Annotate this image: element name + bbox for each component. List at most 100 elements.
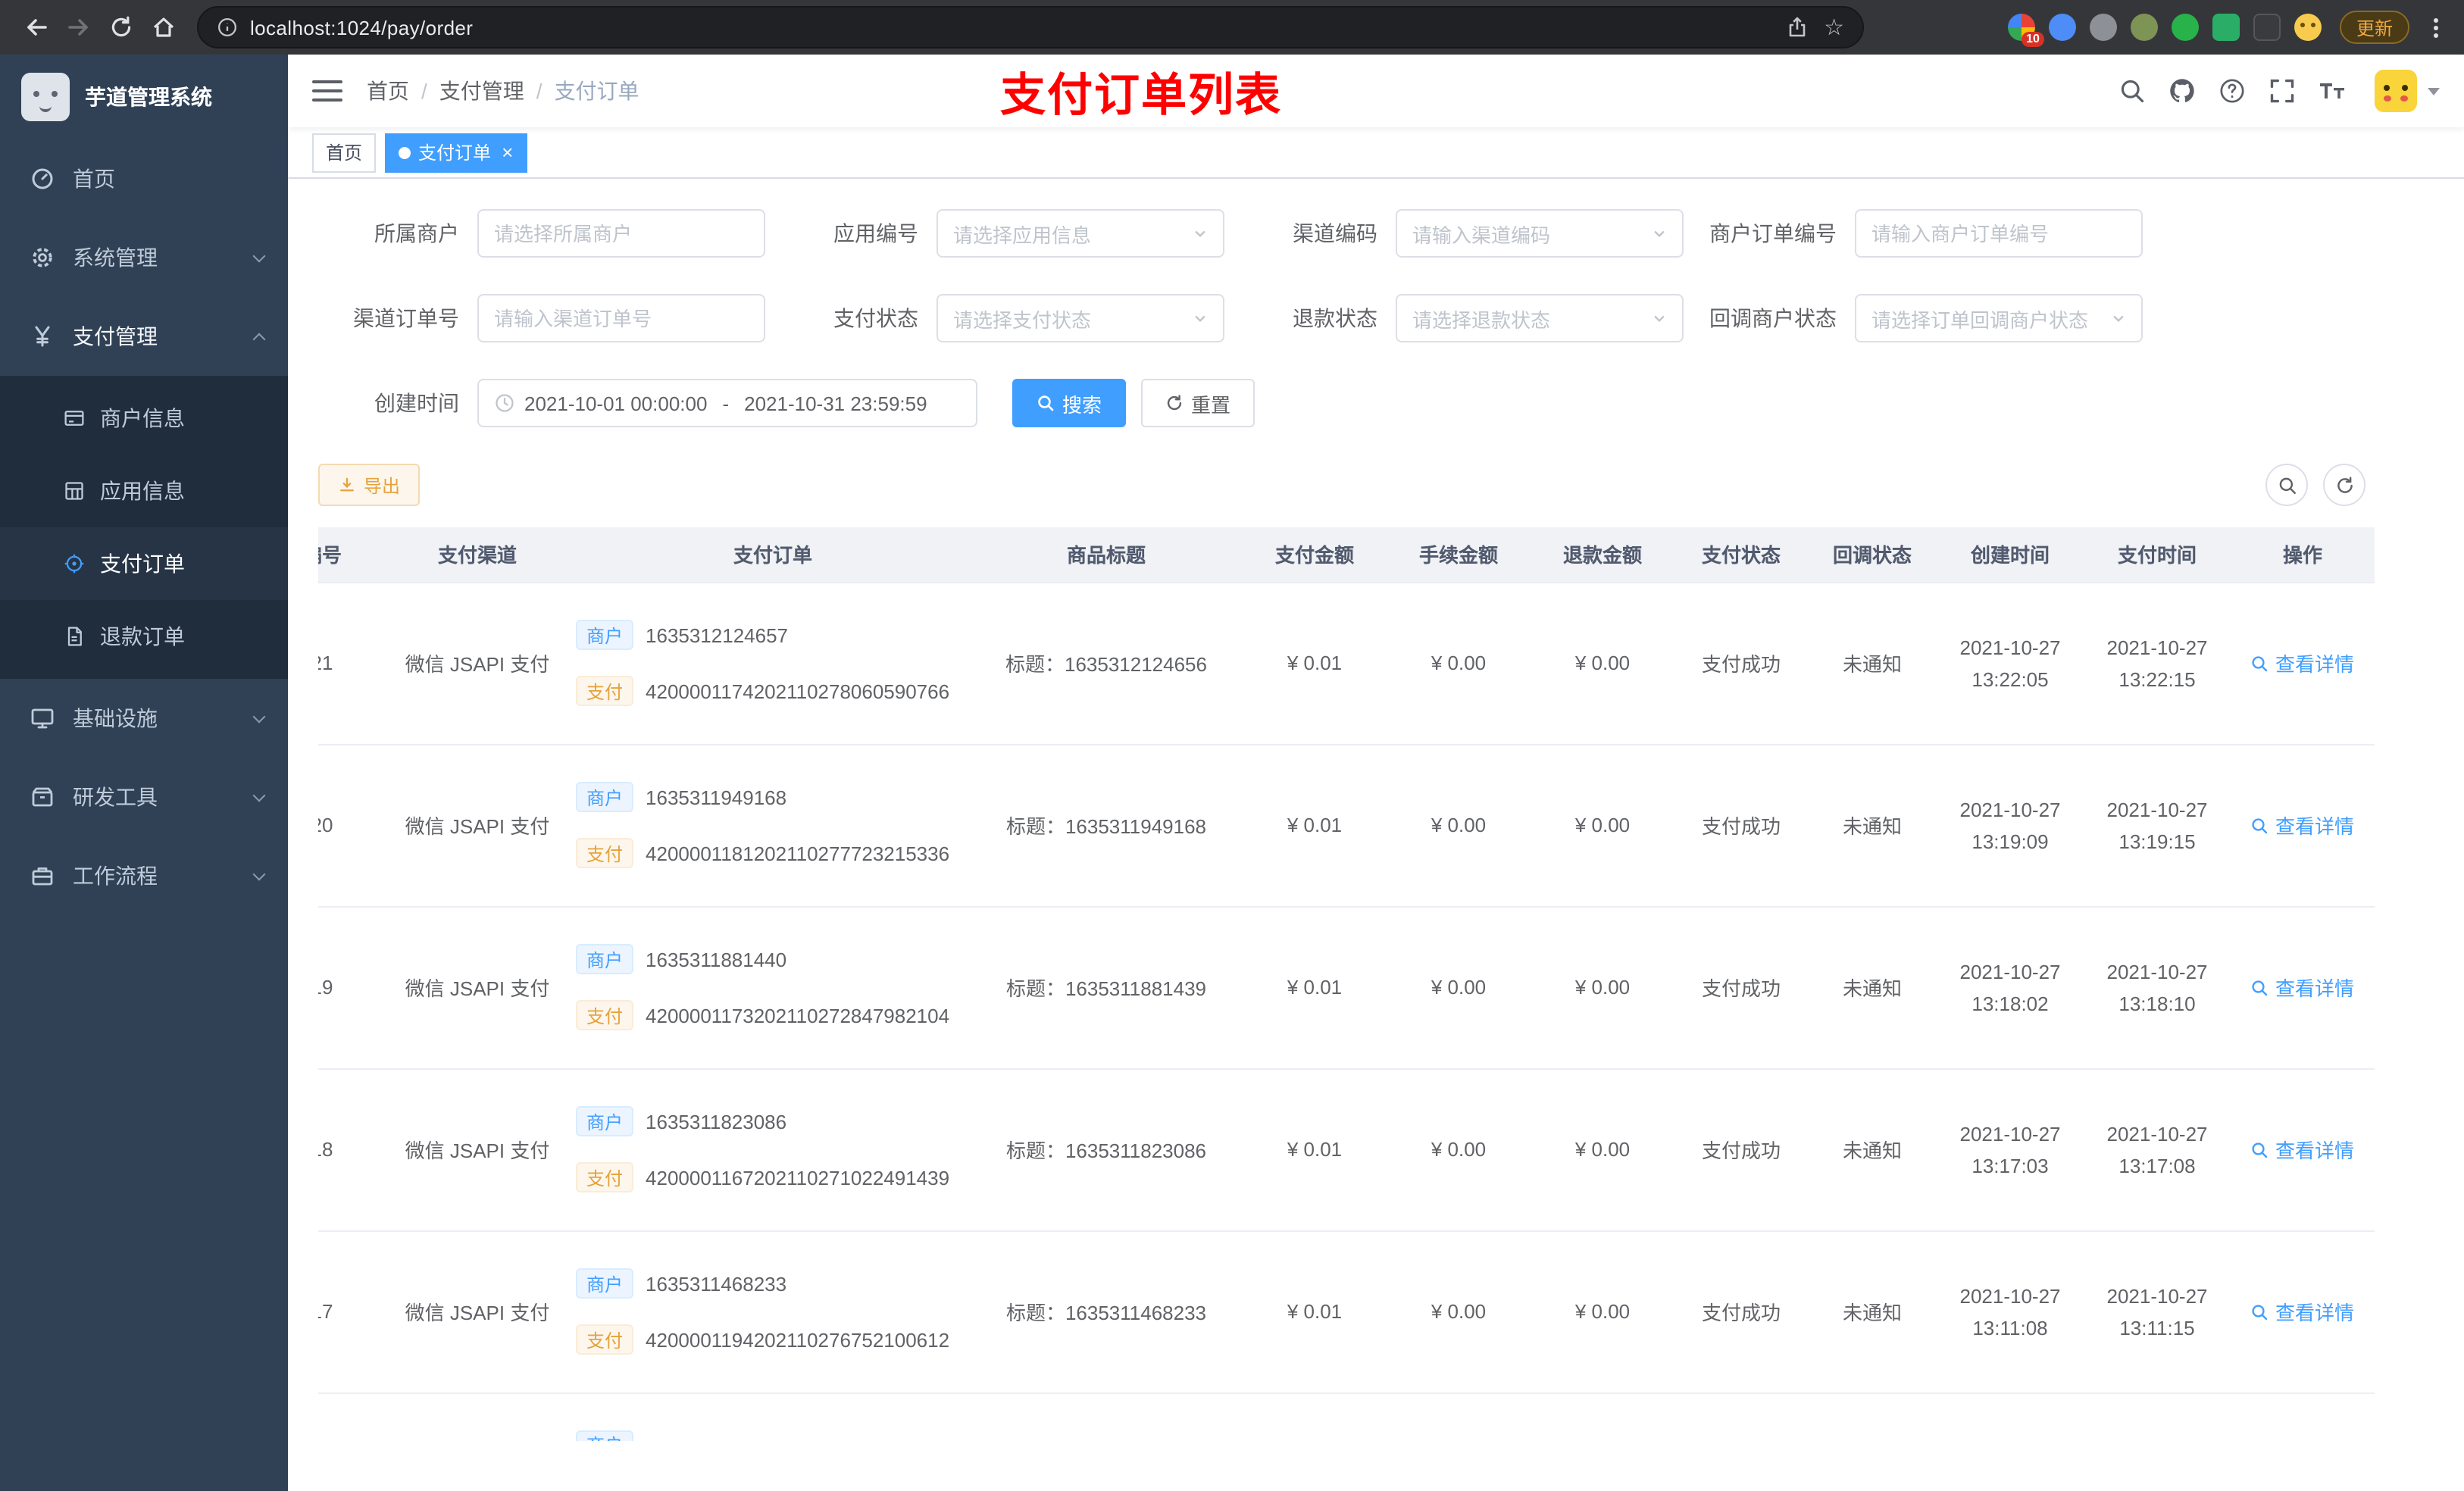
view-detail-link[interactable]: 查看详情 bbox=[2251, 811, 2354, 839]
view-detail-link[interactable]: 查看详情 bbox=[2251, 973, 2354, 1002]
search-button[interactable]: 搜索 bbox=[1012, 379, 1127, 427]
cell-pay-time: 2021-10-27 13:19:15 bbox=[2084, 744, 2231, 907]
extension-chat-icon[interactable] bbox=[2212, 14, 2240, 41]
view-detail-link[interactable]: 查看详情 bbox=[2251, 649, 2354, 677]
sidebar-item-app-info[interactable]: 应用信息 bbox=[0, 455, 288, 527]
tab-pay-order[interactable]: 支付订单 × bbox=[385, 133, 527, 172]
toggle-search-icon[interactable] bbox=[2265, 464, 2308, 506]
cell-refund: ¥ 0.00 bbox=[1531, 582, 1674, 745]
sidebar-item-workflow[interactable]: 工作流程 bbox=[0, 836, 288, 915]
extension-badge: 10 bbox=[2022, 32, 2044, 47]
col-create-time: 创建时间 bbox=[1937, 527, 2084, 583]
extension-gray-icon[interactable] bbox=[2089, 14, 2117, 41]
chevron-down-icon bbox=[1193, 226, 1208, 241]
bookmark-star-icon[interactable]: ☆ bbox=[1824, 16, 1844, 39]
sidebar-item-label: 研发工具 bbox=[73, 785, 158, 809]
table-row: 21 微信 JSAPI 支付 商户1635312124657 支付4200001… bbox=[318, 582, 2375, 745]
cell-action: 查看详情 bbox=[2231, 744, 2375, 907]
browser-reload-icon[interactable] bbox=[100, 6, 142, 48]
browser-back-icon[interactable] bbox=[15, 6, 58, 48]
cell-refund: ¥ 0.00 bbox=[1531, 744, 1674, 907]
cell-pay-time: 2021-10-27 13:22:15 bbox=[2084, 582, 2231, 745]
col-refund: 退款金额 bbox=[1531, 527, 1674, 583]
sidebar-item-refund-order[interactable]: 退款订单 bbox=[0, 600, 288, 673]
extension-olive-icon[interactable] bbox=[2130, 14, 2158, 41]
merchant-tag: 商户 bbox=[576, 620, 634, 650]
close-icon[interactable]: × bbox=[502, 142, 513, 162]
font-size-icon[interactable] bbox=[2319, 77, 2346, 105]
reset-button[interactable]: 重置 bbox=[1141, 379, 1255, 427]
cell-status: 支付成功 bbox=[1674, 744, 1808, 907]
create-time-range-picker[interactable]: 2021-10-01 00:00:00 - 2021-10-31 23:59:5… bbox=[477, 379, 977, 427]
filter-label: 退款状态 bbox=[1293, 306, 1377, 330]
chevron-down-icon bbox=[1652, 311, 1667, 326]
cell-action: 查看详情 bbox=[2231, 582, 2375, 745]
merchant-order-no-input[interactable] bbox=[1855, 209, 2143, 258]
notify-status-select[interactable]: 请选择订单回调商户状态 bbox=[1855, 294, 2143, 342]
cell-amount: ¥ 0.01 bbox=[1243, 1230, 1387, 1393]
view-detail-link[interactable]: 查看详情 bbox=[2251, 1135, 2354, 1164]
col-title: 商品标题 bbox=[970, 527, 1243, 583]
sidebar-item-home[interactable]: 首页 bbox=[0, 139, 288, 218]
merchant-input[interactable] bbox=[477, 209, 765, 258]
browser-home-icon[interactable] bbox=[142, 6, 185, 48]
col-status: 支付状态 bbox=[1674, 527, 1808, 583]
sidebar-item-devtools[interactable]: 研发工具 bbox=[0, 758, 288, 836]
share-icon[interactable] bbox=[1784, 15, 1809, 39]
app-grid-icon bbox=[64, 480, 85, 502]
table-header-row: 编号 支付渠道 支付订单 商品标题 支付金额 手续金额 退款金额 支付状态 回调… bbox=[318, 527, 2375, 583]
extension-colorful-icon[interactable]: 10 bbox=[2007, 14, 2044, 47]
extension-face-icon[interactable] bbox=[2294, 14, 2322, 41]
cell-notify: 未通知 bbox=[1808, 906, 1937, 1069]
sidebar-item-label: 退款订单 bbox=[100, 624, 185, 649]
sidebar-collapse-icon[interactable] bbox=[312, 80, 342, 102]
app-select[interactable]: 请选择应用信息 bbox=[937, 209, 1224, 258]
search-icon[interactable] bbox=[2118, 77, 2146, 105]
extension-check-icon[interactable] bbox=[2171, 14, 2199, 41]
channel-code-select[interactable]: 请输入渠道编码 bbox=[1396, 209, 1684, 258]
cell-id: 19 bbox=[318, 906, 394, 1069]
cell-refund: ¥ 0.00 bbox=[1531, 1230, 1674, 1393]
sidebar-item-system[interactable]: 系统管理 bbox=[0, 218, 288, 297]
refresh-icon[interactable] bbox=[2323, 464, 2366, 506]
address-bar[interactable]: localhost:1024/pay/order ☆ bbox=[197, 6, 1864, 48]
filter-label: 支付状态 bbox=[833, 306, 918, 330]
user-menu[interactable] bbox=[2375, 70, 2440, 112]
chevron-down-icon bbox=[252, 788, 266, 802]
app-title: 芋道管理系统 bbox=[85, 85, 212, 109]
channel-order-no-input[interactable] bbox=[477, 294, 765, 342]
app-logo-row[interactable]: 芋道管理系统 bbox=[0, 55, 288, 139]
filter-refund-status: 退款状态 请选择退款状态 bbox=[1237, 294, 1684, 342]
active-dot bbox=[399, 146, 411, 158]
sidebar-item-payment[interactable]: 支付管理 bbox=[0, 297, 288, 376]
browser-menu-icon[interactable] bbox=[2422, 11, 2449, 44]
extension-drop-icon[interactable] bbox=[2048, 14, 2076, 41]
help-icon[interactable] bbox=[2219, 77, 2246, 105]
fullscreen-icon[interactable] bbox=[2269, 77, 2296, 105]
sidebar-item-pay-order[interactable]: 支付订单 bbox=[0, 527, 288, 600]
cell-channel: 微信 JSAPI 支付 bbox=[394, 1068, 561, 1231]
breadcrumb-home[interactable]: 首页 bbox=[367, 76, 409, 106]
sidebar-item-infrastructure[interactable]: 基础设施 bbox=[0, 679, 288, 758]
github-icon[interactable] bbox=[2169, 77, 2196, 105]
export-button[interactable]: 导出 bbox=[318, 464, 421, 506]
extension-pin-icon[interactable] bbox=[2253, 14, 2281, 41]
view-detail-link[interactable]: 查看详情 bbox=[2251, 1297, 2354, 1326]
refund-status-select[interactable]: 请选择退款状态 bbox=[1396, 294, 1684, 342]
date-end-value: 2021-10-31 23:59:59 bbox=[744, 392, 927, 414]
cell-status: 支付成功 bbox=[1674, 1068, 1808, 1231]
breadcrumb-payment[interactable]: 支付管理 bbox=[439, 76, 524, 106]
filter-channel-order-no: 渠道订单号 bbox=[318, 294, 765, 342]
tab-home[interactable]: 首页 bbox=[312, 133, 377, 172]
table-row: 20 微信 JSAPI 支付 商户1635311949168 支付4200001… bbox=[318, 744, 2375, 907]
cell-order: 商户 1635311949168 支付 4200001181202110277723… bbox=[561, 744, 970, 907]
document-icon bbox=[64, 626, 85, 647]
sidebar-item-label: 应用信息 bbox=[100, 479, 185, 503]
site-info-icon[interactable] bbox=[217, 17, 238, 38]
filter-label: 回调商户状态 bbox=[1709, 306, 1837, 330]
browser-update-button[interactable]: 更新 bbox=[2339, 11, 2409, 44]
browser-forward-icon[interactable] bbox=[58, 6, 100, 48]
sidebar-item-merchant-info[interactable]: 商户信息 bbox=[0, 382, 288, 455]
pay-status-select[interactable]: 请选择支付状态 bbox=[937, 294, 1224, 342]
cell-title: 标题：1635311881439 bbox=[970, 906, 1243, 1069]
